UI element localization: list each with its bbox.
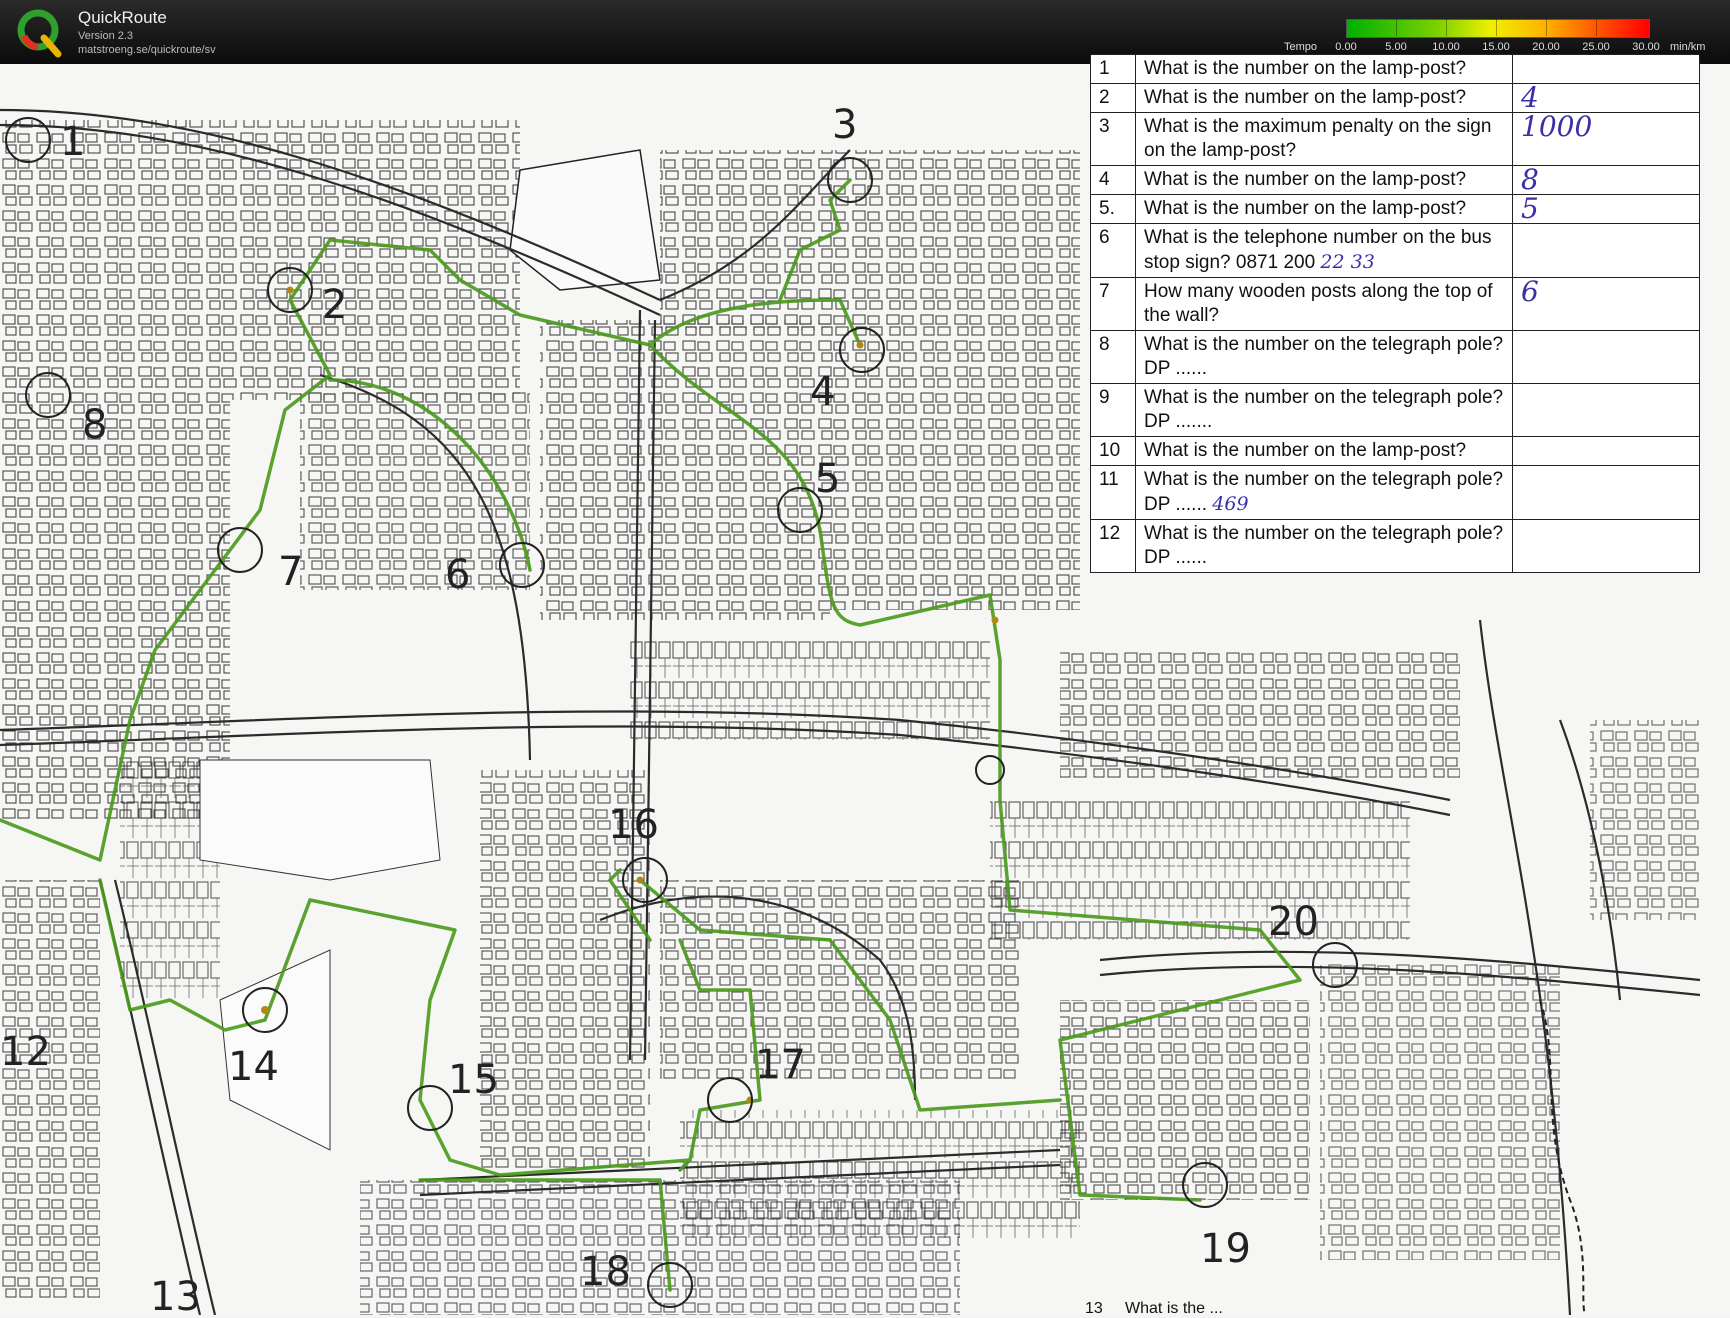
question-number: 3 [1090,112,1136,166]
answer-cell [1512,223,1700,278]
question-number: 11 [1090,465,1136,520]
answer-cell [1512,519,1700,573]
question-row: 7 How many wooden posts along the top of… [1090,277,1700,331]
control-label: 4 [810,369,835,415]
answer-cell: 8 [1512,165,1700,195]
answer-cell: 5 [1512,194,1700,224]
question-text: What is the number on the telegraph pole… [1135,519,1513,573]
question-text: What is the number on the lamp-post? [1135,194,1513,224]
question-number: 7 [1090,277,1136,331]
answer-cell: 4 [1512,83,1700,113]
question-sheet-footer: 13 What is the ... [1085,1300,1223,1318]
scale-divider [1396,19,1397,36]
question-row: 9 What is the number on the telegraph po… [1090,383,1700,437]
question-row: 12 What is the number on the telegraph p… [1090,519,1700,573]
tempo-unit: min/km [1670,41,1706,53]
question-text: How many wooden posts along the top of t… [1135,277,1513,331]
control-label: 19 [1200,1226,1251,1272]
control-label: 1 [60,119,85,165]
control-label: 6 [445,552,470,598]
question-number: 12 [1090,519,1136,573]
question-text: What is the ... [1125,1300,1223,1317]
question-text: What is the maximum penalty on the sign … [1135,112,1513,166]
question-sheet: 1 What is the number on the lamp-post? 2… [1090,54,1700,573]
handwritten-answer: 22 33 [1320,251,1375,273]
answer-cell [1512,54,1700,84]
question-text: What is the number on the telegraph pole… [1135,383,1513,437]
app-url: matstroeng.se/quickroute/sv [78,44,216,56]
question-row: 5. What is the number on the lamp-post? … [1090,194,1700,224]
handwritten-answer: 469 [1212,493,1249,515]
control-label: 18 [580,1249,631,1295]
question-text: What is the number on the telegraph pole… [1135,330,1513,384]
control-label: 17 [755,1042,806,1088]
question-text: What is the number on the telegraph pole… [1135,465,1513,520]
tempo-tick: 30.00 [1632,41,1660,53]
scale-divider [1546,19,1547,36]
question-row: 10 What is the number on the lamp-post? [1090,436,1700,466]
question-text: What is the telephone number on the bus … [1135,223,1513,278]
question-text: What is the number on the lamp-post? [1135,54,1513,84]
question-number: 4 [1090,165,1136,195]
question-number: 10 [1090,436,1136,466]
control-label: 3 [832,102,857,148]
scale-divider [1496,19,1497,36]
answer-cell [1512,436,1700,466]
question-row: 11 What is the number on the telegraph p… [1090,465,1700,520]
question-row: 4 What is the number on the lamp-post? 8 [1090,165,1700,195]
control-label: 5 [815,456,840,502]
question-number: 13 [1085,1300,1103,1317]
answer-cell: 1000 [1512,112,1700,166]
question-text: What is the number on the lamp-post? [1135,165,1513,195]
app-version: Version 2.3 [78,30,134,42]
question-number: 2 [1090,83,1136,113]
scale-divider [1596,19,1597,36]
control-label: 8 [82,402,107,448]
control-label: 2 [322,282,347,328]
scale-divider [1446,19,1447,36]
control-label: 13 [150,1274,201,1315]
question-text-content: What is the telephone number on the bus … [1144,227,1492,273]
control-label: 16 [608,802,659,848]
control-label: 7 [278,549,303,595]
question-number: 6 [1090,223,1136,278]
control-label: 12 [0,1029,51,1075]
answer-cell [1512,465,1700,520]
question-row: 6 What is the telephone number on the bu… [1090,223,1700,278]
tempo-color-scale [1346,19,1650,38]
question-number: 8 [1090,330,1136,384]
question-row: 8 What is the number on the telegraph po… [1090,330,1700,384]
question-row: 2 What is the number on the lamp-post? 4 [1090,83,1700,113]
answer-cell: 6 [1512,277,1700,331]
question-number: 1 [1090,54,1136,84]
question-row: 3 What is the maximum penalty on the sig… [1090,112,1700,166]
question-text-content: What is the number on the telegraph pole… [1144,469,1504,515]
question-number: 9 [1090,383,1136,437]
control-label: 14 [228,1044,279,1090]
question-number: 5. [1090,194,1136,224]
answer-cell [1512,383,1700,437]
control-label: 15 [448,1057,499,1103]
control-label: 20 [1268,899,1319,945]
app-name: QuickRoute [78,8,167,27]
question-text: What is the number on the lamp-post? [1135,436,1513,466]
question-row: 1 What is the number on the lamp-post? [1090,54,1700,84]
question-text: What is the number on the lamp-post? [1135,83,1513,113]
tempo-label: Tempo [1284,41,1318,53]
quickroute-logo-icon [17,9,62,58]
answer-cell [1512,330,1700,384]
